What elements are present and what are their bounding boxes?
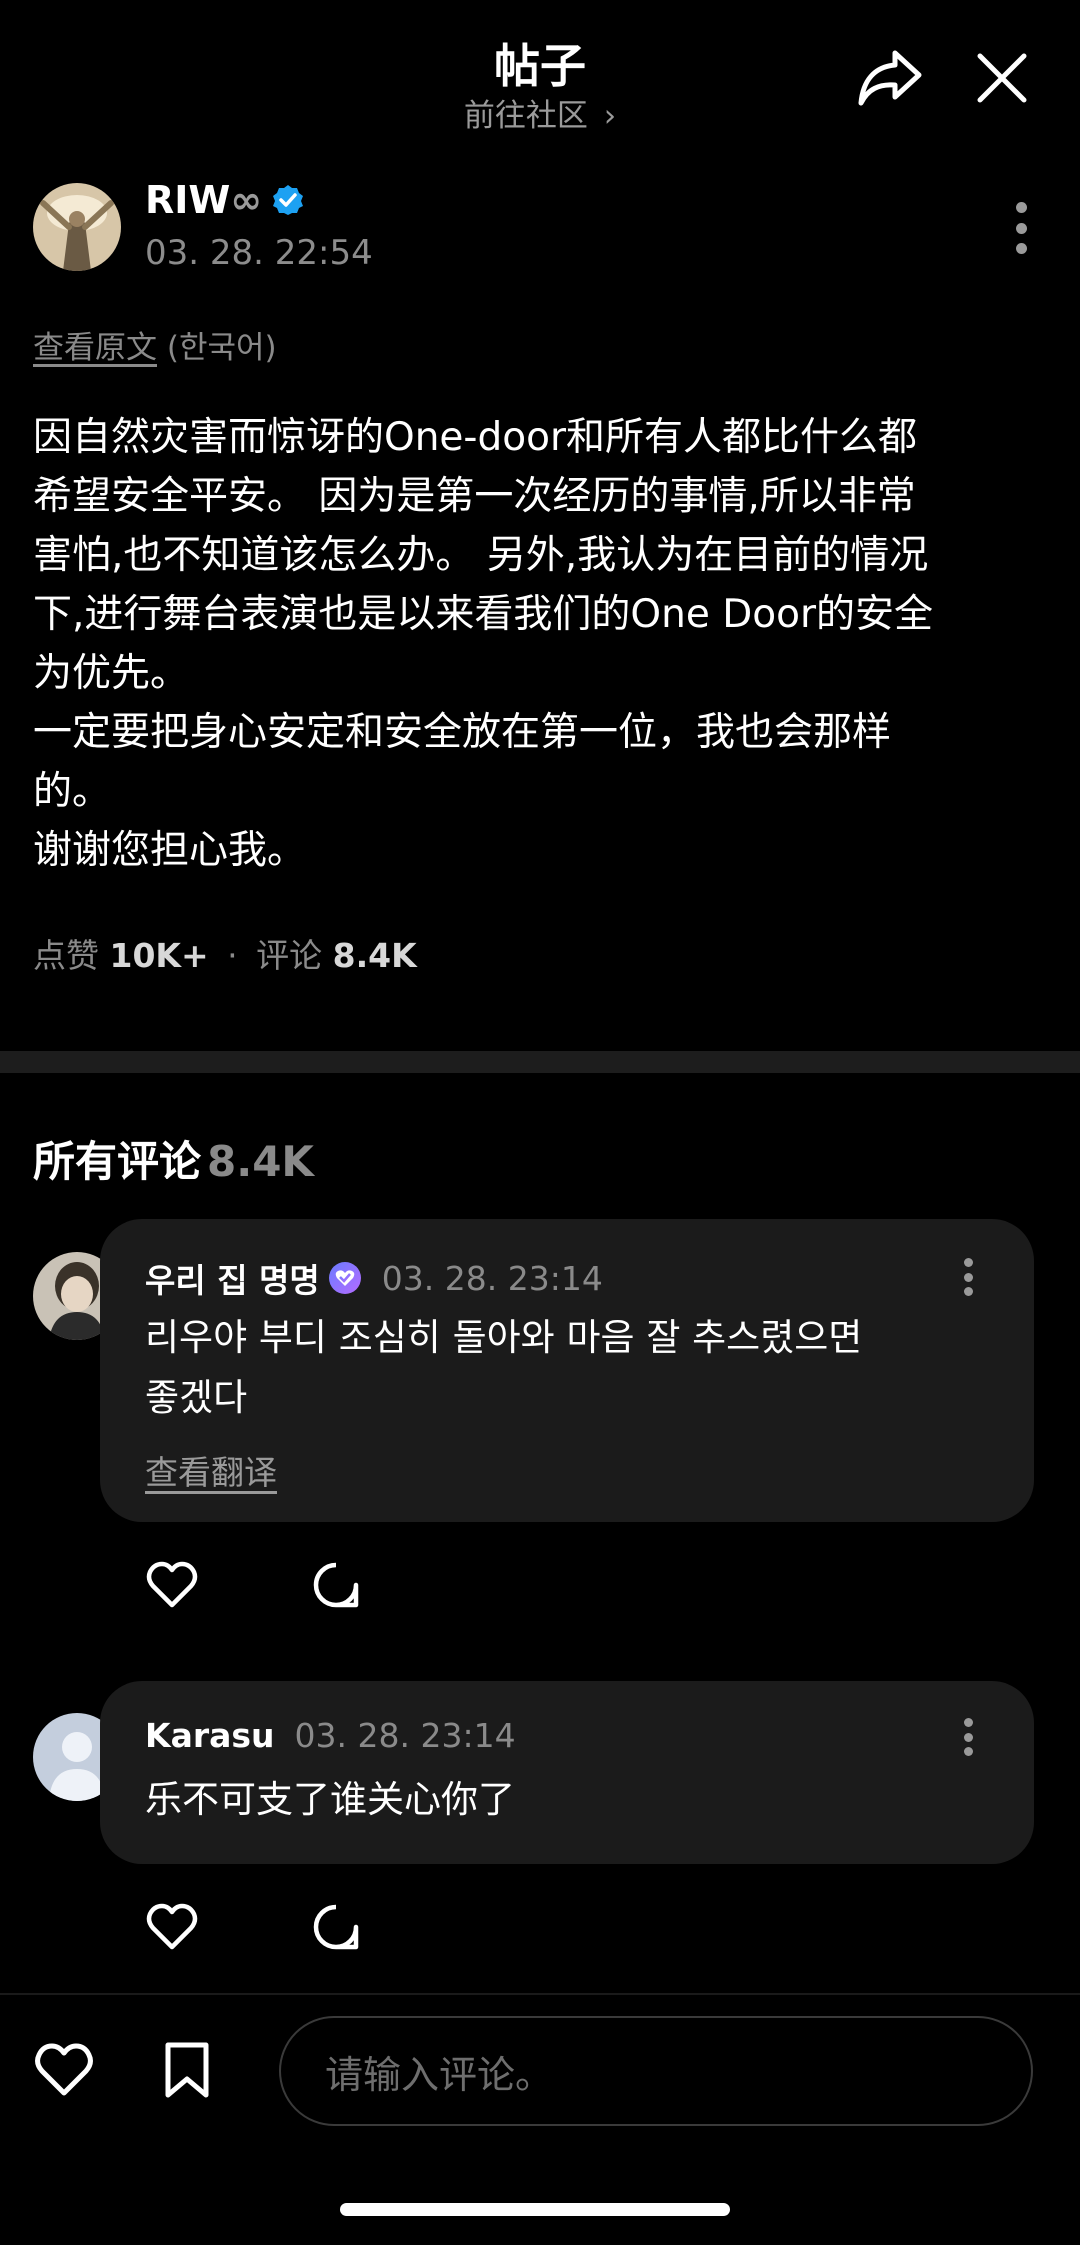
comment-header: 우리 집 명명 03. 28. 23:14	[145, 1254, 603, 1302]
verified-badge-icon	[272, 185, 303, 215]
comment-input-placeholder: 请输入评论。	[325, 2052, 554, 2097]
more-vertical-icon[interactable]	[958, 1258, 978, 1296]
heart-icon	[35, 2043, 93, 2096]
verified-heart-badge-icon	[328, 1262, 361, 1294]
share-button[interactable]	[852, 42, 928, 114]
comment-timestamp: 03. 28. 23:14	[381, 1258, 603, 1298]
post-timestamp: 03. 28. 22:54	[145, 233, 373, 273]
all-comments-count: 8.4K	[207, 1137, 314, 1186]
like-button[interactable]	[144, 1901, 200, 1953]
more-vertical-icon[interactable]	[958, 1718, 978, 1756]
likes-label: 点赞	[33, 936, 99, 975]
go-to-community-label: 前往社区	[463, 98, 598, 134]
author-name: RIW∞	[145, 178, 262, 222]
comment-timestamp: 03. 28. 23:14	[294, 1716, 516, 1755]
like-button[interactable]	[144, 1559, 200, 1611]
comment-input[interactable]: 请输入评论。	[279, 2016, 1033, 2126]
comment-icon	[313, 1904, 359, 1950]
heart-icon	[146, 1561, 198, 1608]
comment-text: 乐不可支了谁关心你了	[145, 1778, 515, 1821]
comments-label: 评论	[256, 936, 323, 975]
section-divider	[0, 1051, 1080, 1073]
comment-icon	[313, 1562, 359, 1608]
more-vertical-icon[interactable]	[1011, 202, 1031, 254]
likes-count: 10K+	[109, 936, 209, 975]
commenter-name[interactable]: Karasu	[145, 1716, 275, 1755]
comment-text: 리우야 부디 조심히 돌아와 마음 잘 추스렸으면 좋겠다	[145, 1316, 863, 1419]
post-body: 因自然灾害而惊讶的One-door和所有人都比什么都 希望安全平安。 因为是第一…	[33, 415, 933, 873]
heart-icon	[146, 1903, 198, 1950]
reply-button[interactable]	[310, 1901, 362, 1953]
close-icon	[977, 53, 1027, 103]
author-avatar[interactable]	[33, 183, 121, 271]
reply-button[interactable]	[310, 1559, 362, 1611]
bookmark-icon	[165, 2042, 209, 2098]
like-post-button[interactable]	[33, 2040, 95, 2100]
author-suffix: ∞	[230, 178, 262, 222]
stats-separator: ·	[227, 936, 238, 975]
comment-header: Karasu 03. 28. 23:14	[145, 1716, 516, 1755]
original-language: (한국어)	[166, 330, 277, 366]
home-indicator[interactable]	[340, 2203, 730, 2216]
commenter-name[interactable]: 우리 집 명명	[145, 1254, 320, 1302]
author-name-row[interactable]: RIW∞	[145, 178, 304, 222]
post-stats: 点赞 10K+ · 评论 8.4K	[33, 929, 417, 977]
view-translation-link[interactable]: 查看翻译	[145, 1446, 277, 1494]
bookmark-button[interactable]	[160, 2040, 214, 2100]
bottom-bar-divider	[0, 1993, 1080, 1995]
chevron-right-icon: ›	[603, 98, 617, 134]
share-icon	[858, 50, 922, 106]
close-button[interactable]	[970, 46, 1034, 110]
all-comments-label: 所有评论	[33, 1137, 202, 1186]
comments-count: 8.4K	[332, 936, 417, 975]
all-comments-heading: 所有评论 8.4K	[33, 1128, 314, 1189]
view-original-link[interactable]: 查看原文	[33, 330, 157, 366]
view-original-row[interactable]: 查看原文 (한국어)	[33, 322, 277, 367]
